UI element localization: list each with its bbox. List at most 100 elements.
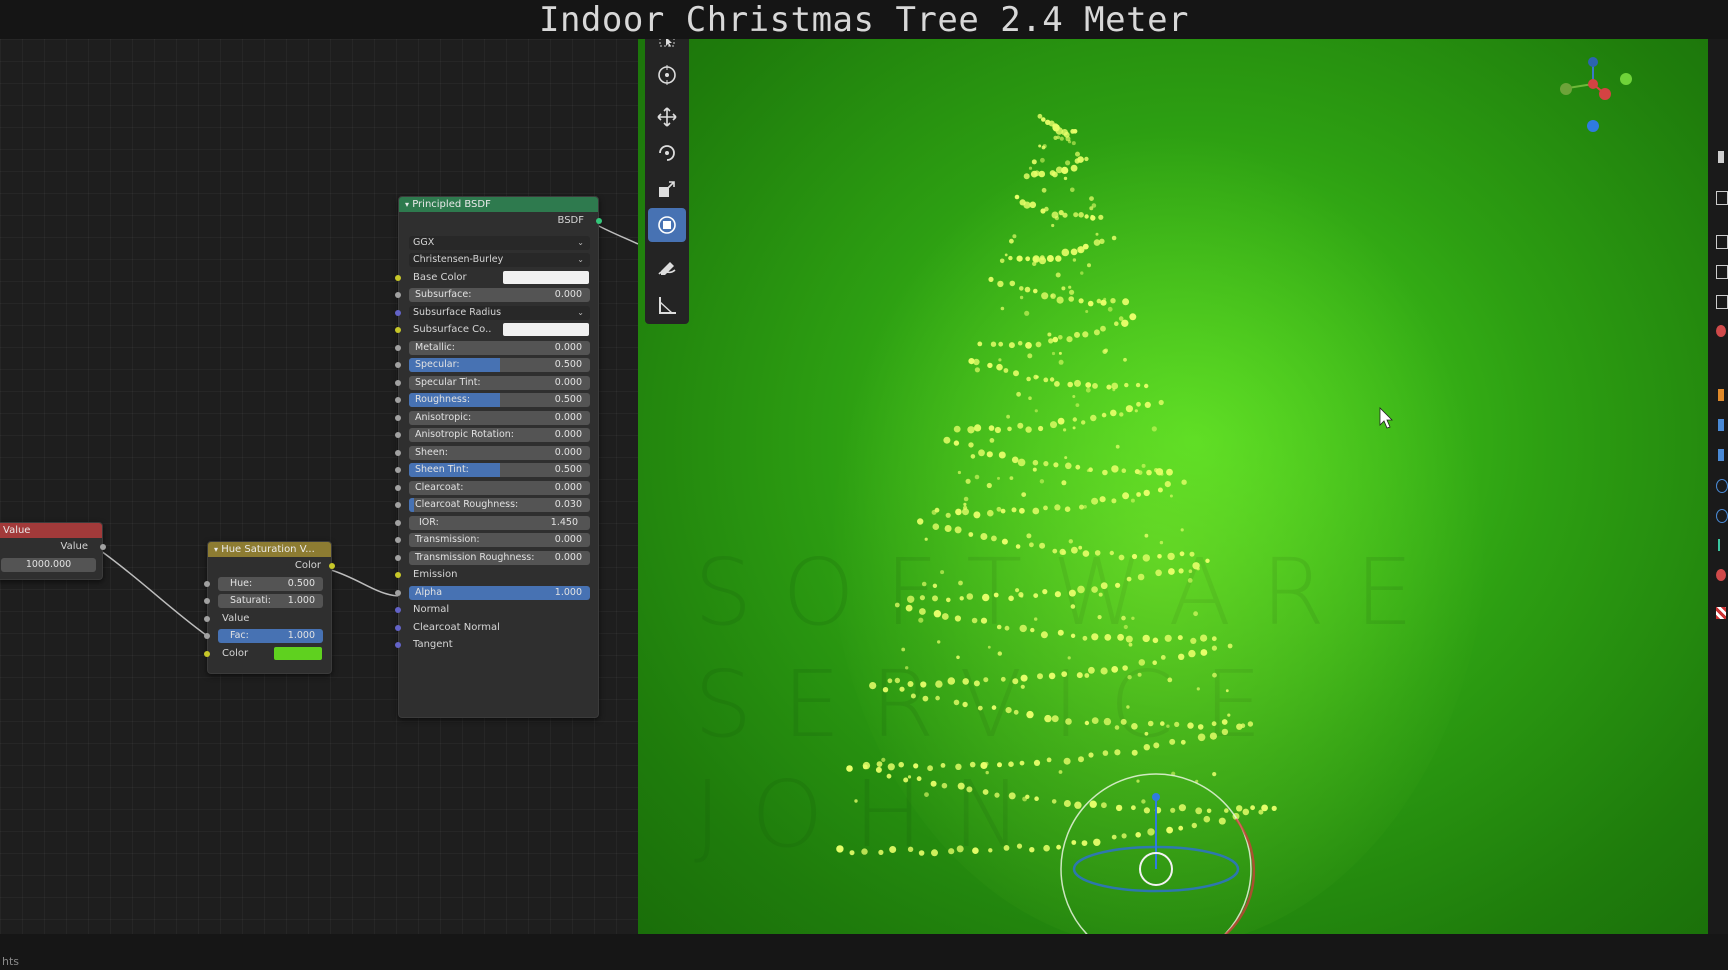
sheen-tint-field[interactable]: Sheen Tint: 0.500 — [409, 463, 590, 477]
subsurface-field[interactable]: Subsurface: 0.000 — [409, 288, 590, 302]
subsurface-radius-dropdown[interactable]: Subsurface Radius ⌄ — [409, 305, 590, 320]
tree-light-bulb — [1102, 750, 1109, 756]
value-field[interactable]: 1000.000 — [1, 557, 96, 572]
tree-light-bulb — [1092, 383, 1098, 389]
specular-field[interactable]: Specular: 0.500 — [409, 358, 590, 372]
tree-light-bulb — [1143, 807, 1150, 814]
tree-light-bulb — [887, 763, 895, 771]
tangent-socket[interactable] — [395, 642, 401, 648]
gizmo-y-icon — [1560, 83, 1572, 95]
clearcoat-roughness-socket[interactable] — [395, 502, 401, 508]
anisotropic-socket[interactable] — [395, 414, 401, 421]
distribution-dropdown[interactable]: GGX ⌄ — [409, 235, 590, 250]
transmission-socket[interactable] — [395, 537, 401, 543]
sheen-field[interactable]: Sheen: 0.000 — [409, 445, 590, 460]
transmission-field[interactable]: Transmission: 0.000 — [409, 533, 590, 547]
clearcoat-normal-socket[interactable] — [395, 624, 401, 631]
roughness-socket[interactable] — [395, 397, 401, 403]
measure-tool[interactable] — [648, 288, 686, 322]
object-tab-icon[interactable] — [1718, 389, 1724, 401]
hue-input-socket[interactable] — [204, 580, 210, 587]
roughness-field[interactable]: Roughness: 0.500 — [409, 393, 590, 407]
view-layer-tab-icon[interactable] — [1716, 265, 1728, 279]
bsdf-output-socket[interactable] — [596, 218, 602, 224]
anisotropic-rotation-socket[interactable] — [395, 432, 401, 438]
tree-light-bulb — [1097, 615, 1102, 620]
metallic-socket[interactable] — [395, 344, 401, 351]
render-tab-icon[interactable] — [1716, 191, 1728, 205]
tree-light-bulb — [1153, 742, 1160, 749]
transmission-roughness-socket[interactable] — [395, 554, 401, 561]
texture-tab-icon[interactable] — [1716, 607, 1726, 619]
scene-tab-icon[interactable] — [1716, 295, 1728, 309]
move-tool[interactable] — [648, 100, 686, 134]
particles-tab-icon[interactable] — [1718, 449, 1724, 461]
tree-light-bulb — [1166, 724, 1170, 728]
tree-light-bulb — [1078, 545, 1083, 550]
subsurface-method-dropdown[interactable]: Christensen-Burley ⌄ — [409, 253, 590, 267]
collapse-arrow-icon[interactable]: ▾ — [405, 200, 409, 209]
saturation-field[interactable]: Saturati: 1.000 — [218, 594, 323, 608]
sheen-tint-socket[interactable] — [395, 467, 401, 473]
alpha-socket[interactable] — [395, 589, 401, 596]
base-color-socket[interactable] — [395, 274, 401, 281]
metallic-field[interactable]: Metallic: 0.000 — [409, 340, 590, 355]
modifier-tab-icon[interactable] — [1718, 419, 1724, 431]
ior-field[interactable]: IOR: 1.450 — [409, 515, 590, 530]
clearcoat-roughness-field[interactable]: Clearcoat Roughness: 0.030 — [409, 498, 590, 512]
world-tab-icon[interactable] — [1716, 325, 1726, 337]
subsurface-radius-socket[interactable] — [395, 309, 401, 316]
physics-tab-icon[interactable] — [1716, 479, 1728, 493]
rotate-tool[interactable] — [648, 136, 686, 170]
data-tab-icon[interactable] — [1718, 539, 1728, 551]
tree-light-bulb — [1212, 772, 1217, 777]
subsurface-color-socket[interactable] — [395, 327, 401, 333]
saturation-input-socket[interactable] — [204, 598, 210, 604]
scale-tool[interactable] — [648, 172, 686, 206]
anisotropic-rotation-field[interactable]: Anisotropic Rotation: 0.000 — [409, 428, 590, 442]
specular-tint-field[interactable]: Specular Tint: 0.000 — [409, 375, 590, 390]
output-tab-icon[interactable] — [1716, 235, 1728, 249]
base-color-swatch[interactable] — [503, 270, 589, 284]
color-input-socket[interactable] — [204, 650, 210, 657]
hue-output-socket[interactable] — [329, 563, 335, 569]
subsurface-socket[interactable] — [395, 292, 401, 298]
tool-tab-icon[interactable] — [1718, 151, 1724, 163]
subsurface-color-swatch[interactable] — [503, 323, 589, 336]
cursor-tool[interactable] — [648, 58, 686, 92]
alpha-field[interactable]: Alpha 1.000 — [409, 585, 590, 600]
transform-tool[interactable] — [648, 208, 686, 242]
value-node-header[interactable]: Value — [0, 523, 102, 538]
bsdf-node-header[interactable]: ▾ Principled BSDF — [399, 197, 598, 212]
node-editor[interactable]: Value Value 1000.000 ▾ Hue Saturation V.… — [0, 39, 638, 934]
specular-tint-socket[interactable] — [395, 379, 401, 386]
clearcoat-field[interactable]: Clearcoat: 0.000 — [409, 480, 590, 495]
hue-color-swatch[interactable] — [274, 646, 322, 660]
fac-field[interactable]: Fac: 1.000 — [218, 629, 323, 643]
anisotropic-field[interactable]: Anisotropic: 0.000 — [409, 410, 590, 425]
tree-light-bulb — [1026, 710, 1034, 719]
collapse-arrow-icon[interactable]: ▾ — [214, 545, 218, 554]
annotate-tool[interactable] — [648, 252, 686, 286]
value-node[interactable]: Value Value 1000.000 — [0, 522, 106, 580]
transmission-roughness-field[interactable]: Transmission Roughness: 0.000 — [409, 550, 590, 565]
constraints-tab-icon[interactable] — [1716, 509, 1728, 523]
hue-node-header[interactable]: ▾ Hue Saturation V... — [208, 542, 331, 557]
hue-field[interactable]: Hue: 0.500 — [218, 576, 323, 591]
tree-light-bulb — [1111, 666, 1119, 673]
normal-socket[interactable] — [395, 607, 401, 613]
value-output-socket[interactable] — [100, 544, 106, 550]
hue-saturation-node[interactable]: ▾ Hue Saturation V... Color Hue: 0.500 S… — [204, 541, 335, 674]
fac-input-socket[interactable] — [204, 633, 210, 639]
emission-socket[interactable] — [395, 572, 401, 578]
material-tab-icon[interactable] — [1716, 569, 1726, 581]
principled-bsdf-node[interactable]: ▾ Principled BSDF BSDF GGX ⌄ Christensen… — [395, 196, 602, 718]
tree-light-bulb — [1180, 528, 1184, 532]
3d-viewport[interactable]: SOFTWARE SERVICE JOHN — [638, 39, 1708, 934]
clearcoat-socket[interactable] — [395, 484, 401, 491]
value-input-socket[interactable] — [204, 615, 210, 622]
specular-socket[interactable] — [395, 362, 401, 368]
tree-light-bulb — [1061, 166, 1069, 174]
sheen-socket[interactable] — [395, 449, 401, 456]
ior-socket[interactable] — [395, 519, 401, 526]
